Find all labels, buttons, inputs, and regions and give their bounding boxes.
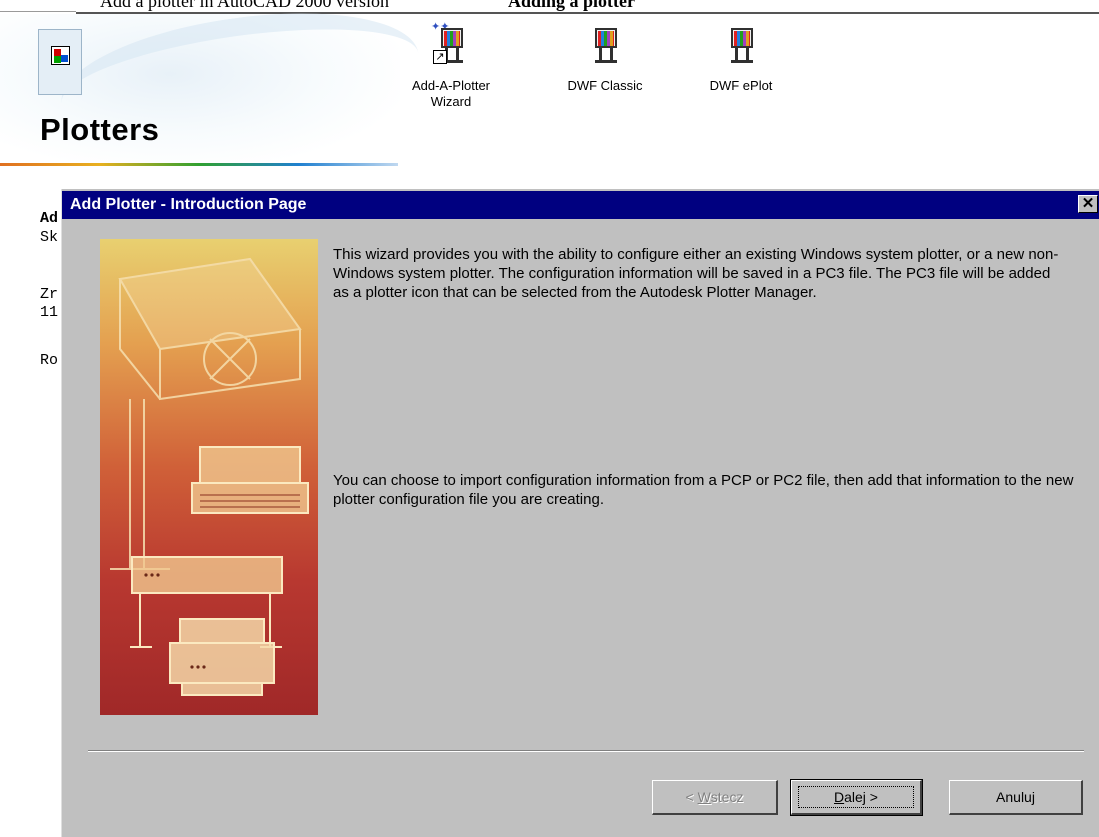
close-button[interactable]: ✕ [1078, 195, 1098, 213]
back-button-label: stecz [710, 789, 744, 805]
back-button[interactable]: < Wstecz [652, 780, 778, 815]
document-heading-left: Add a plotter in AutoCAD 2000 version [100, 0, 389, 11]
icon-label: DWF ePlot [709, 78, 773, 93]
intro-paragraph-1: This wizard provides you with the abilit… [333, 246, 1059, 301]
shortcut-arrow-icon: ↗ [433, 50, 447, 64]
dwf-eplot-shortcut[interactable]: DWF ePlot [686, 22, 796, 94]
wizard-illustration [100, 239, 318, 715]
app-icon[interactable] [38, 29, 82, 95]
back-button-mnemonic: W [697, 789, 711, 805]
background-text: Zr [40, 286, 59, 303]
add-a-plotter-wizard-shortcut[interactable]: ✦✦ ↗ Add-A-Plotter Wizard [396, 21, 506, 110]
next-button[interactable]: Dalej > [790, 779, 923, 816]
dwf-classic-shortcut[interactable]: DWF Classic [550, 22, 660, 94]
document-heading-cut: Add a plotter in AutoCAD 2000 version Ad… [0, 0, 1099, 11]
cancel-button-label: Anuluj [996, 789, 1035, 805]
intro-paragraph-2: You can choose to import configuration i… [333, 472, 1074, 508]
icon-label: DWF Classic [567, 78, 643, 93]
icon-label: Add-A-Plotter [411, 78, 491, 93]
plotter-icon [723, 22, 759, 78]
plotter-icon [587, 22, 623, 78]
plotter-illustration [110, 257, 309, 696]
background-text: 11 [40, 304, 59, 321]
background-text: Ro [40, 352, 59, 369]
next-button-label: alej > [844, 789, 878, 805]
background-text: Ad [40, 210, 59, 227]
rainbow-divider [0, 163, 398, 166]
page-title: Plotters [40, 112, 160, 147]
add-plotter-dialog: Add Plotter - Introduction Page ✕ This w… [61, 189, 1099, 837]
cancel-button[interactable]: Anuluj [949, 780, 1083, 815]
document-heading-right: Adding a plotter [508, 0, 636, 11]
next-button-mnemonic: D [834, 789, 845, 805]
top-divider [0, 11, 76, 12]
button-separator [88, 750, 1084, 752]
folder-icon [51, 46, 70, 65]
add-plotter-wizard-icon: ✦✦ ↗ [431, 21, 469, 78]
icon-label: Wizard [430, 94, 472, 109]
close-icon: ✕ [1081, 195, 1095, 212]
dialog-title: Add Plotter - Introduction Page [70, 196, 307, 213]
dialog-titlebar[interactable]: Add Plotter - Introduction Page ✕ [62, 191, 1099, 219]
back-button-prefix: < [685, 789, 698, 805]
background-text: Sk [40, 229, 59, 246]
